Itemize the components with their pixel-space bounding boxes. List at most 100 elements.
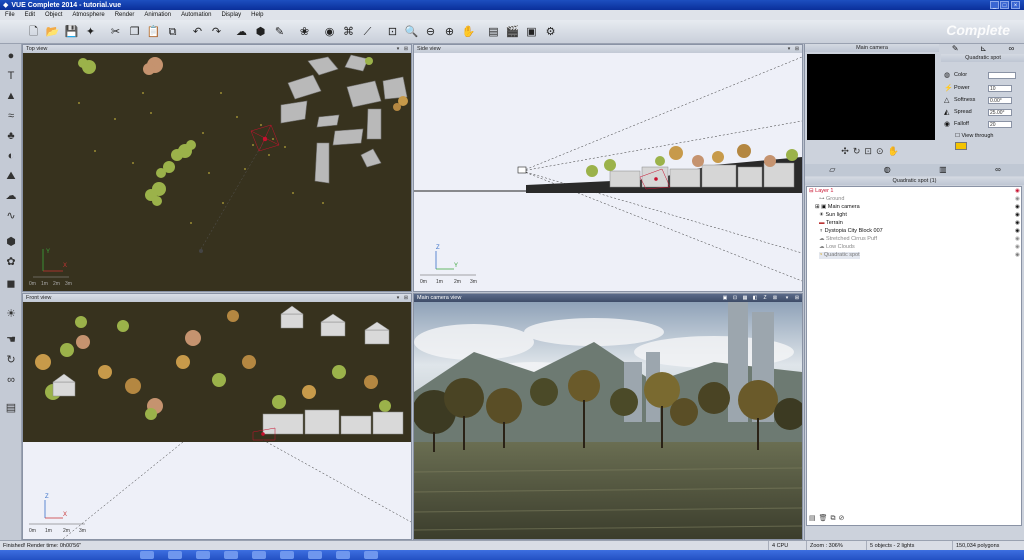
pan-icon[interactable]: ✋ bbox=[461, 24, 477, 40]
visibility-icon[interactable]: ◉ bbox=[1015, 252, 1021, 259]
main-camera-viewport[interactable]: Main camera view ▣ ⊡ ▦ ◧ Z ⊠ ▾ ⊞ bbox=[413, 293, 803, 540]
tree-item-quadratic-spot[interactable]: ◔ Quadratic spot ◉ bbox=[819, 252, 1020, 259]
clapper-icon[interactable]: 🎬 bbox=[505, 24, 521, 40]
terrain-tool-icon[interactable]: ▲ bbox=[3, 88, 19, 104]
taskbar-app-icon[interactable] bbox=[308, 551, 322, 559]
tree-item-cirrus[interactable]: ☁ Stretched Cirrus Puff ◉ bbox=[819, 236, 1020, 243]
tab-links-icon[interactable]: ∞ bbox=[995, 164, 1001, 176]
visibility-icon[interactable]: ◉ bbox=[1015, 236, 1021, 243]
light-tool-icon[interactable]: ☀ bbox=[3, 306, 19, 322]
menu-render[interactable]: Render bbox=[115, 11, 135, 20]
tab-animation-icon[interactable]: ∞ bbox=[1008, 44, 1014, 54]
primitive-tool-icon[interactable]: ⬢ bbox=[3, 234, 19, 250]
menu-file[interactable]: File bbox=[5, 11, 15, 20]
text-tool-icon[interactable]: T bbox=[3, 68, 19, 84]
tree-item-main-camera[interactable]: ⊞ ▣ Main camera ◉ bbox=[815, 204, 1020, 211]
settings-icon[interactable]: ⚙ bbox=[543, 24, 559, 40]
tree-item-ground[interactable]: ⊶ Ground ◉ bbox=[819, 196, 1020, 203]
visibility-icon[interactable]: ◉ bbox=[1015, 204, 1021, 211]
taskbar-app-icon[interactable] bbox=[140, 551, 154, 559]
menu-atmosphere[interactable]: Atmosphere bbox=[72, 11, 104, 20]
zoom-icon[interactable]: Z bbox=[762, 295, 768, 301]
taskbar-app-icon[interactable] bbox=[196, 551, 210, 559]
pan-camera-icon[interactable]: ✣ bbox=[841, 146, 853, 156]
tree-item-sun-light[interactable]: ☀ Sun light ◉ bbox=[819, 212, 1020, 219]
object-icon[interactable]: ⬢ bbox=[253, 24, 269, 40]
wizard-icon[interactable]: ✦ bbox=[83, 24, 99, 40]
tab-aspect-icon[interactable]: ✎ bbox=[952, 44, 959, 54]
softness-field[interactable]: 0.00° bbox=[988, 97, 1012, 104]
orbit-icon[interactable]: ⊙ bbox=[876, 146, 888, 156]
viewport-maximize-icon[interactable]: ⊞ bbox=[403, 46, 409, 52]
hand-tool-icon[interactable]: ☚ bbox=[3, 332, 19, 348]
new-layer-icon[interactable]: ▤ bbox=[809, 515, 819, 522]
viewport-menu-icon[interactable]: ▾ bbox=[786, 46, 792, 52]
zoom-out-icon[interactable]: ⊖ bbox=[423, 24, 439, 40]
taskbar-app-icon[interactable] bbox=[336, 551, 350, 559]
cube-tool-icon[interactable]: ◼ bbox=[3, 276, 19, 292]
spread-field[interactable]: 25.00° bbox=[988, 109, 1012, 116]
cut-icon[interactable]: ✂ bbox=[108, 24, 124, 40]
undo-icon[interactable]: ↶ bbox=[190, 24, 206, 40]
light-color-swatch[interactable] bbox=[955, 142, 967, 150]
grid-icon[interactable]: ▦ bbox=[742, 295, 748, 301]
layout-icon[interactable]: ▣ bbox=[524, 24, 540, 40]
ecosystem-icon[interactable]: ❀ bbox=[297, 24, 313, 40]
cloud-tool-icon[interactable]: ☁ bbox=[3, 188, 19, 204]
group-icon[interactable]: ⧉ bbox=[831, 515, 839, 522]
paste-icon[interactable]: 📋 bbox=[146, 24, 162, 40]
render-icon[interactable]: ◉ bbox=[322, 24, 338, 40]
menu-display[interactable]: Display bbox=[221, 11, 241, 20]
safe-frame-icon[interactable]: ⊡ bbox=[732, 295, 738, 301]
minimize-button[interactable]: _ bbox=[990, 1, 999, 9]
tab-objects-icon[interactable]: ▱ bbox=[829, 164, 835, 176]
zoom-in-icon[interactable]: 🔍 bbox=[404, 24, 420, 40]
maximize-button[interactable]: □ bbox=[1000, 1, 1009, 9]
ecosystem-tool-icon[interactable]: ✿ bbox=[3, 254, 19, 270]
preview-icon[interactable]: ◧ bbox=[752, 295, 758, 301]
taskbar-app-icon[interactable] bbox=[224, 551, 238, 559]
taskbar-app-icon[interactable] bbox=[280, 551, 294, 559]
view-through-option[interactable]: ☐ View through bbox=[955, 132, 1024, 141]
menu-edit[interactable]: Edit bbox=[25, 11, 35, 20]
tree-item-layer[interactable]: ⊟ Layer 1 ◉ bbox=[809, 188, 1020, 195]
hand-icon[interactable]: ✋ bbox=[887, 146, 902, 156]
visibility-icon[interactable]: ◉ bbox=[1015, 212, 1021, 219]
top-view-viewport[interactable]: Top view ▾ ⊞ Y X 0m 1m 2m 3m bbox=[22, 44, 412, 292]
open-file-icon[interactable]: 📂 bbox=[45, 24, 61, 40]
zoom-fit-icon[interactable]: ⊡ bbox=[385, 24, 401, 40]
link-tool-icon[interactable]: ∞ bbox=[3, 372, 19, 388]
redo-icon[interactable]: ↷ bbox=[209, 24, 225, 40]
save-icon[interactable]: 💾 bbox=[64, 24, 80, 40]
power-field[interactable]: 10 bbox=[988, 85, 1012, 92]
color-swatch[interactable] bbox=[988, 72, 1016, 79]
side-view-viewport[interactable]: Side view ▾ ⊞ Z Y 0m 1m 2m 3m bbox=[413, 44, 803, 292]
viewport-menu-icon[interactable]: ▾ bbox=[784, 295, 790, 301]
viewport-maximize-icon[interactable]: ⊞ bbox=[403, 295, 409, 301]
viewport-maximize-icon[interactable]: ⊞ bbox=[794, 46, 800, 52]
duplicate-icon[interactable]: ⧉ bbox=[165, 24, 181, 40]
menu-object[interactable]: Object bbox=[45, 11, 62, 20]
visibility-icon[interactable]: ◉ bbox=[1015, 220, 1021, 227]
falloff-field[interactable]: 20 bbox=[988, 121, 1012, 128]
visibility-icon[interactable]: ◉ bbox=[1015, 244, 1021, 251]
water-tool-icon[interactable]: ≈ bbox=[3, 108, 19, 124]
new-file-icon[interactable]: 🗋 bbox=[26, 24, 42, 40]
mountain-tool-icon[interactable]: ⛰ bbox=[3, 168, 19, 184]
taskbar-app-icon[interactable] bbox=[168, 551, 182, 559]
frame-icon[interactable]: ⊡ bbox=[864, 146, 876, 156]
visibility-icon[interactable]: ◉ bbox=[1015, 228, 1021, 235]
plant-tool-icon[interactable]: ♣ bbox=[3, 128, 19, 144]
film-icon[interactable]: ▤ bbox=[486, 24, 502, 40]
visibility-icon[interactable]: ◉ bbox=[1015, 188, 1021, 195]
hide-icon[interactable]: ⊘ bbox=[839, 515, 848, 522]
rotate-camera-icon[interactable]: ↻ bbox=[853, 146, 865, 156]
menu-animation[interactable]: Animation bbox=[144, 11, 171, 20]
delete-icon[interactable]: 🗑 bbox=[819, 515, 831, 522]
sphere-tool-icon[interactable]: ● bbox=[3, 48, 19, 64]
visibility-icon[interactable]: ◉ bbox=[1015, 196, 1021, 203]
material-icon[interactable]: ✎ bbox=[272, 24, 288, 40]
tree-item-city-block[interactable]: ♆ Dystopia City Block 007 ◉ bbox=[819, 228, 1020, 235]
tab-library-icon[interactable]: ▥ bbox=[939, 164, 947, 176]
tab-materials-icon[interactable]: ◍ bbox=[884, 164, 891, 176]
